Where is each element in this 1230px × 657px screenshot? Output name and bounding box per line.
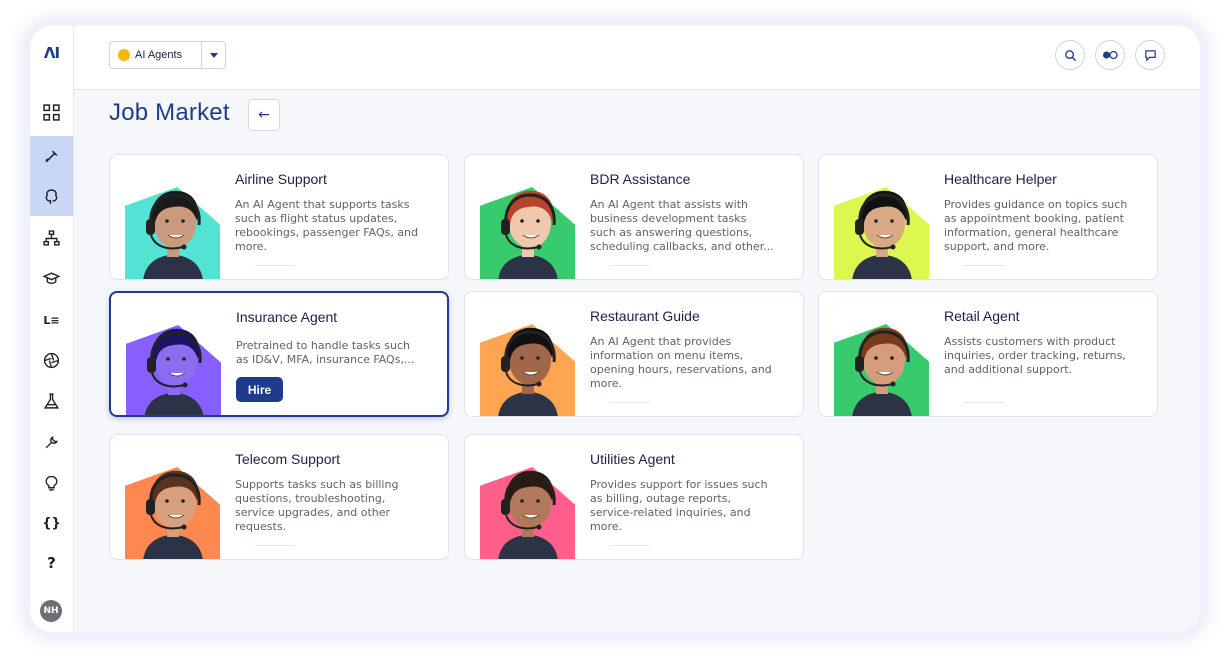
toggle-button[interactable] [1095, 40, 1125, 70]
agent-card[interactable]: BDR Assistance An AI Agent that assists … [464, 154, 804, 280]
wrench-icon[interactable] [30, 422, 73, 462]
agent-card[interactable]: Telecom Support Supports tasks such as b… [109, 434, 449, 560]
divider [964, 265, 1004, 266]
agent-card[interactable]: Retail Agent Assists customers with prod… [818, 291, 1158, 417]
agent-card[interactable]: Airline Support An AI Agent that support… [109, 154, 449, 280]
lightbulb-icon[interactable] [30, 463, 73, 503]
divider [255, 265, 295, 266]
pen-icon[interactable] [30, 136, 73, 176]
person-with-headset-icon [498, 327, 558, 416]
back-arrow-icon[interactable]: ← [248, 99, 280, 131]
person-with-headset-icon [852, 190, 912, 279]
agent-card-description: An AI Agent that supports tasks such as … [235, 198, 419, 253]
agent-portrait [834, 314, 929, 416]
agent-portrait [480, 457, 575, 559]
person-with-headset-icon [144, 328, 204, 415]
agent-card-title: Healthcare Helper [944, 171, 1057, 187]
aperture-icon[interactable] [30, 340, 73, 380]
top-header: AI Agents [74, 26, 1200, 90]
braces-icon[interactable]: {} [30, 503, 73, 543]
brain-icon[interactable] [30, 176, 73, 216]
person-with-headset-icon [143, 190, 203, 279]
hierarchy-icon[interactable] [30, 218, 73, 258]
agent-card-title: Restaurant Guide [590, 308, 700, 324]
agent-card-description: An AI Agent that assists with business d… [590, 198, 774, 253]
agent-card-title: Airline Support [235, 171, 327, 187]
toggle-icon [1103, 50, 1118, 60]
search-button[interactable] [1055, 40, 1085, 70]
chat-button[interactable] [1135, 40, 1165, 70]
agent-card-title: Retail Agent [944, 308, 1020, 324]
agent-card-description: Provides guidance on topics such as appo… [944, 198, 1128, 253]
person-with-headset-icon [498, 470, 558, 559]
agent-card[interactable]: Insurance Agent Pretrained to handle tas… [109, 291, 449, 417]
agent-card-description: Assists customers with product inquiries… [944, 335, 1126, 376]
agent-portrait [125, 177, 220, 279]
agent-card-title: Utilities Agent [590, 451, 675, 467]
avatar[interactable]: NH [40, 600, 62, 622]
agent-card-title: BDR Assistance [590, 171, 691, 187]
person-with-headset-icon [143, 470, 203, 559]
divider [255, 545, 295, 546]
divider [610, 545, 650, 546]
sidebar: ΛI L≡ {} ? NH [30, 26, 74, 632]
agent-portrait [480, 314, 575, 416]
agent-card-title: Insurance Agent [236, 309, 338, 325]
agent-card-title: Telecom Support [235, 451, 341, 467]
chat-icon [1144, 49, 1156, 62]
app-logo[interactable]: ΛI [30, 44, 73, 62]
divider [964, 402, 1004, 403]
divider [610, 265, 650, 266]
search-icon [1064, 49, 1076, 61]
agent-card-description: Supports tasks such as billing questions… [235, 478, 399, 533]
agent-selector-label: AI Agents [135, 49, 183, 61]
flask-icon[interactable] [30, 381, 73, 421]
agent-portrait [480, 177, 575, 279]
hire-button[interactable]: Hire [236, 377, 283, 402]
page-title: Job Market [109, 99, 230, 126]
person-with-headset-icon [852, 327, 912, 416]
person-with-headset-icon [498, 190, 558, 279]
agent-portrait [125, 457, 220, 559]
list-icon[interactable]: L≡ [30, 300, 73, 340]
agent-card-description: An AI Agent that provides information on… [590, 335, 772, 390]
agent-portrait [834, 177, 929, 279]
grid-icon[interactable] [30, 92, 73, 132]
agent-portrait [126, 315, 221, 415]
status-dot-icon [118, 49, 130, 61]
help-icon[interactable]: ? [30, 554, 73, 572]
agent-card[interactable]: Utilities Agent Provides support for iss… [464, 434, 804, 560]
agent-card-description: Pretrained to handle tasks such as ID&V,… [236, 339, 415, 366]
chevron-down-icon[interactable] [201, 42, 225, 68]
agent-card-description: Provides support for issues such as bill… [590, 478, 768, 533]
app-window: ΛI L≡ {} ? NH AI Agents Job Market ← Air… [30, 26, 1200, 632]
agent-selector[interactable]: AI Agents [109, 41, 226, 69]
agent-card[interactable]: Healthcare Helper Provides guidance on t… [818, 154, 1158, 280]
graduation-cap-icon[interactable] [30, 258, 73, 298]
agent-card[interactable]: Restaurant Guide An AI Agent that provid… [464, 291, 804, 417]
divider [610, 402, 650, 403]
